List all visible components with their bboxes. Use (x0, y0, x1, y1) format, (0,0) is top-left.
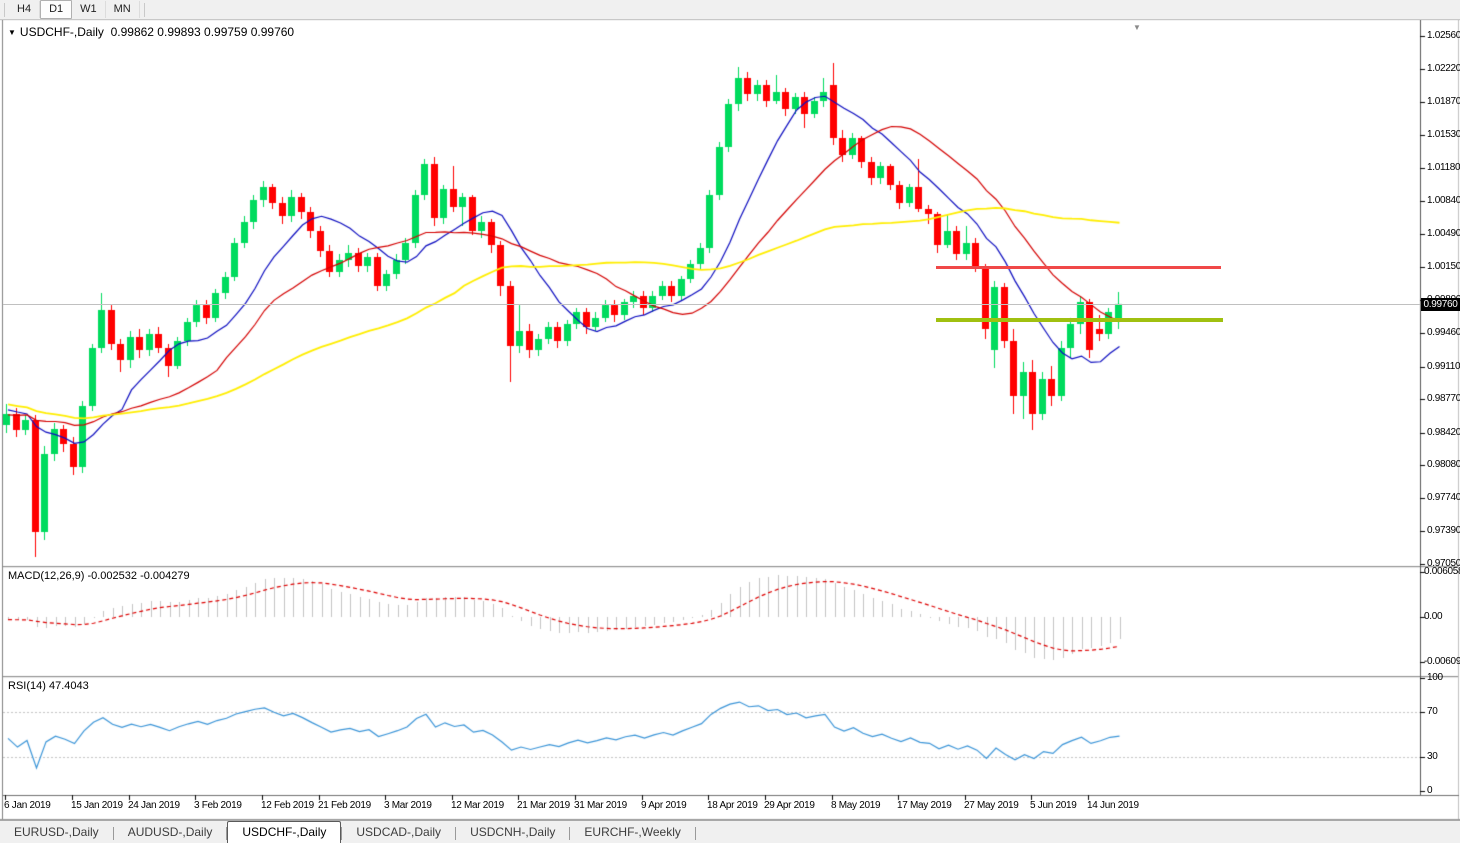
chart-tab-eurchf[interactable]: EURCHF-,Weekly (570, 822, 694, 843)
trading-terminal: H4D1W1MN ▼USDCHF-,Daily 0.99862 0.99893 … (0, 0, 1460, 843)
tab-separator (695, 827, 696, 840)
chart-shift-marker: ▼ (1133, 23, 1141, 32)
timeframe-button-d1[interactable]: D1 (40, 0, 72, 19)
price-chart-canvas[interactable] (0, 0, 1460, 843)
chart-tab-usdchf[interactable]: USDCHF-,Daily (227, 821, 341, 843)
chart-tab-usdcnh[interactable]: USDCNH-,Daily (456, 822, 569, 843)
support-line[interactable] (936, 318, 1223, 322)
timeframe-button-h4[interactable]: H4 (9, 1, 40, 18)
chart-tab-eurusd[interactable]: EURUSD-,Daily (0, 822, 113, 843)
chart-tab-bar: EURUSD-,DailyAUDUSD-,DailyUSDCHF-,DailyU… (0, 820, 1460, 843)
current-price-line (3, 304, 1420, 305)
timeframe-toolbar: H4D1W1MN (0, 0, 1460, 20)
resistance-line[interactable] (936, 266, 1221, 269)
chart-tab-audusd[interactable]: AUDUSD-,Daily (114, 822, 227, 843)
timeframe-button-w1[interactable]: W1 (72, 1, 106, 18)
timeframe-button-mn[interactable]: MN (106, 1, 140, 18)
chart-tab-usdcad[interactable]: USDCAD-,Daily (342, 822, 455, 843)
